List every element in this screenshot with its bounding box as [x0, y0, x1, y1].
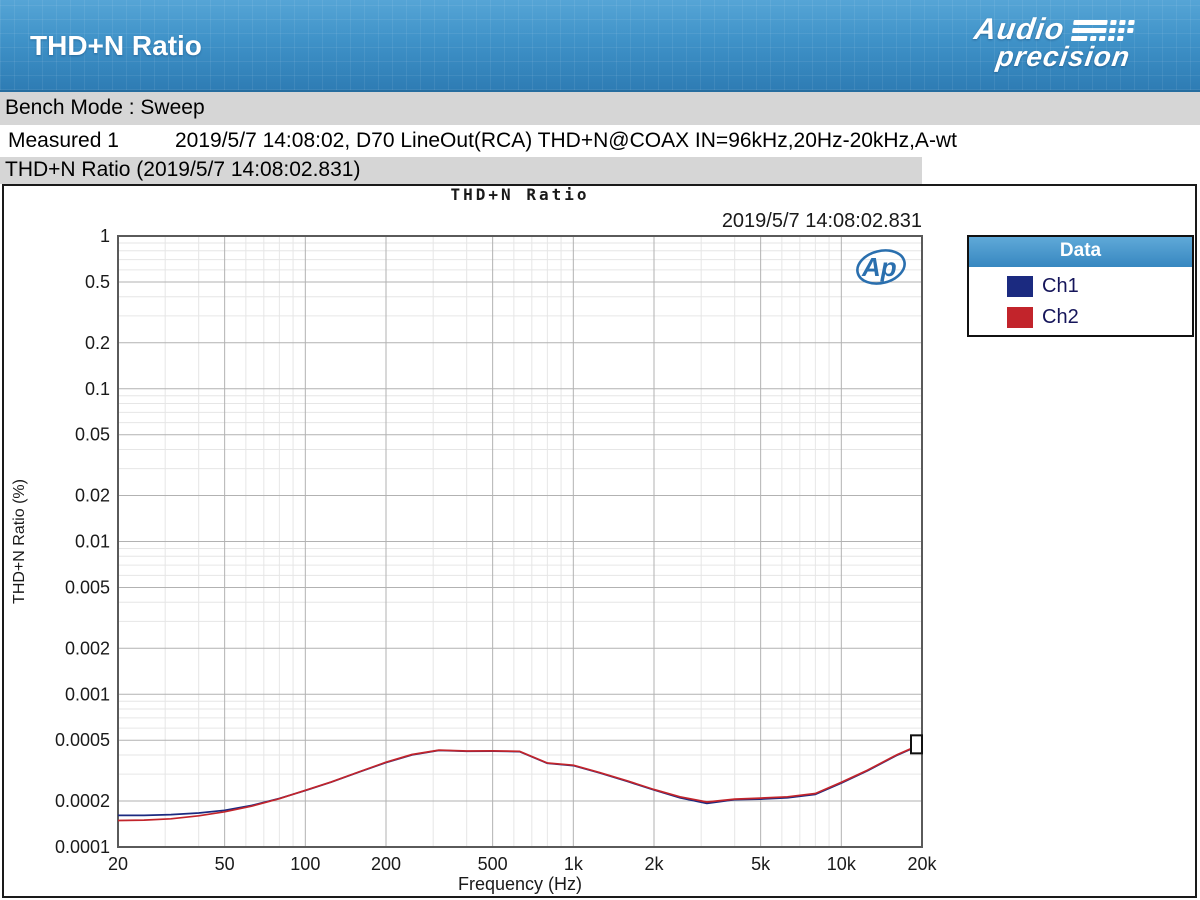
measured-label: Measured 1	[8, 129, 119, 152]
svg-text:2k: 2k	[644, 854, 664, 874]
svg-text:Frequency (Hz): Frequency (Hz)	[458, 874, 582, 894]
svg-text:0.02: 0.02	[75, 486, 110, 506]
svg-text:200: 200	[371, 854, 401, 874]
svg-text:10k: 10k	[827, 854, 857, 874]
svg-text:500: 500	[478, 854, 508, 874]
legend-item-ch2[interactable]: Ch2	[969, 306, 1192, 329]
svg-text:Ap: Ap	[861, 252, 897, 282]
svg-text:0.0005: 0.0005	[55, 730, 110, 750]
logo-text-audio: Audio	[972, 13, 1067, 46]
svg-text:20: 20	[108, 854, 128, 874]
logo-text-precision: precision	[994, 41, 1133, 72]
svg-text:0.1: 0.1	[85, 379, 110, 399]
svg-text:0.0002: 0.0002	[55, 791, 110, 811]
svg-text:0.001: 0.001	[65, 684, 110, 704]
ch1-label: Ch1	[1042, 275, 1079, 297]
ch2-color-swatch	[1007, 307, 1033, 328]
chart-panel: 1 0.5 0.2 0.1 0.05 0.02 0.01 0.005 0.002 0.001 0.0…	[2, 184, 1197, 898]
svg-text:1: 1	[100, 226, 110, 246]
svg-text:0.05: 0.05	[75, 425, 110, 445]
svg-text:0.01: 0.01	[75, 532, 110, 552]
svg-text:5k: 5k	[751, 854, 771, 874]
svg-text:0.002: 0.002	[65, 638, 110, 658]
svg-text:0.2: 0.2	[85, 333, 110, 353]
ch2-label: Ch2	[1042, 306, 1079, 328]
svg-text:0.0001: 0.0001	[55, 837, 110, 857]
svg-text:0.5: 0.5	[85, 272, 110, 292]
page-title: THD+N Ratio	[30, 30, 202, 61]
bench-mode-bar: Bench Mode : Sweep	[0, 92, 1200, 125]
svg-text:2019/5/7 14:08:02.831: 2019/5/7 14:08:02.831	[722, 210, 922, 232]
result-title-bar: THD+N Ratio (2019/5/7 14:08:02.831)	[0, 157, 922, 184]
app-header: THD+N Ratio Audio precision	[0, 0, 1200, 92]
svg-text:THD+N Ratio (%): THD+N Ratio (%)	[11, 479, 28, 604]
measured-details: 2019/5/7 14:08:02, D70 LineOut(RCA) THD+…	[175, 129, 957, 152]
svg-text:THD+N Ratio: THD+N Ratio	[451, 186, 590, 204]
cursor-marker	[910, 734, 923, 755]
svg-text:1k: 1k	[564, 854, 584, 874]
svg-text:0.005: 0.005	[65, 577, 110, 597]
audio-precision-logo: Audio precision	[968, 13, 1157, 78]
legend-header: Data	[969, 237, 1192, 267]
legend-item-ch1[interactable]: Ch1	[969, 275, 1192, 298]
measured-row: Measured 1 2019/5/7 14:08:02, D70 LineOu…	[0, 125, 1200, 157]
legend: Data Ch1 Ch2	[967, 235, 1194, 337]
svg-text:20k: 20k	[907, 854, 937, 874]
svg-text:50: 50	[215, 854, 235, 874]
svg-text:100: 100	[290, 854, 320, 874]
ch1-color-swatch	[1007, 276, 1033, 297]
